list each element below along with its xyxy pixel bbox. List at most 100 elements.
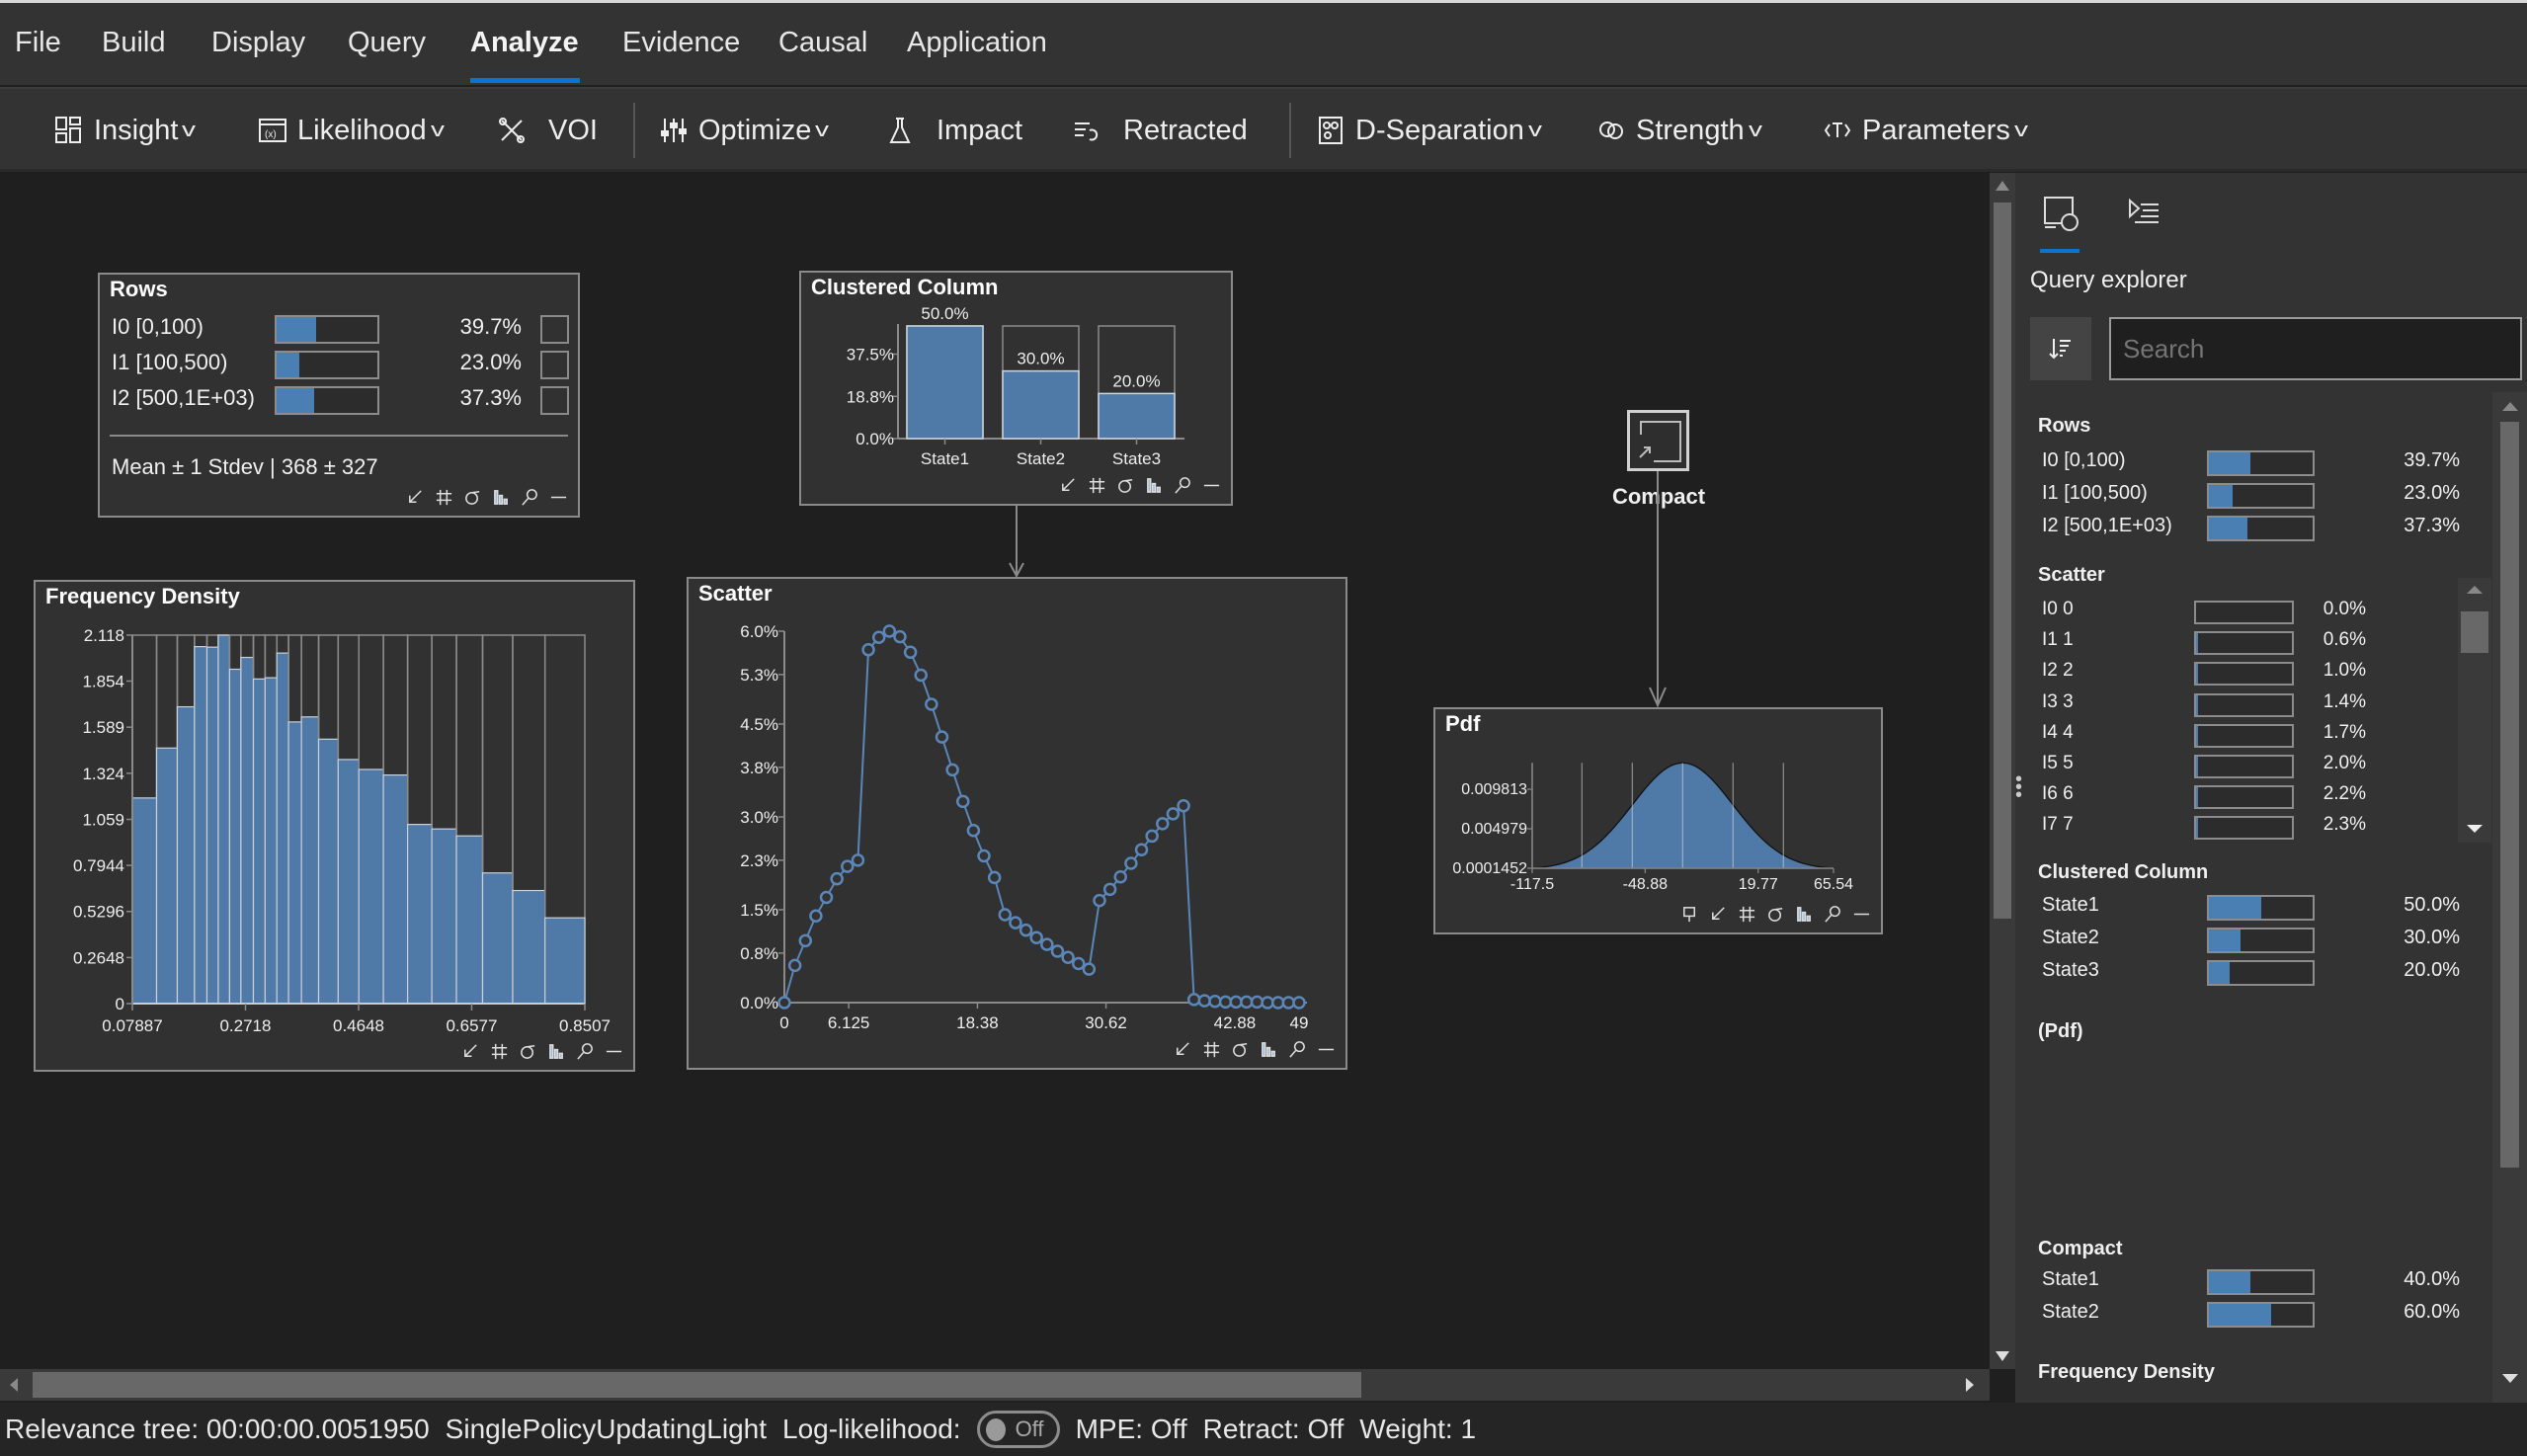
minimize-icon[interactable]: [605, 1042, 623, 1066]
list-item-label: I0 [0,100): [2042, 449, 2126, 471]
grid-icon[interactable]: [1738, 905, 1756, 929]
scroll-down-icon[interactable]: [1996, 1351, 2009, 1361]
pin-icon[interactable]: [1680, 905, 1699, 929]
retract-icon: [1075, 122, 1099, 141]
list-item-bar: [2194, 816, 2294, 841]
strength-button[interactable]: Strength v: [1596, 111, 1762, 150]
compact-node[interactable]: [1627, 410, 1689, 471]
rows-node[interactable]: Rows I0 [0,100) 39.7% I1 [100,500) 23.0% I2 …: [98, 273, 580, 518]
bar-chart-icon[interactable]: [1260, 1040, 1278, 1064]
scroll-left-icon[interactable]: [10, 1378, 18, 1392]
arrow-icon[interactable]: [1709, 905, 1728, 929]
list-item-value: 37.3%: [2404, 515, 2460, 536]
search-icon[interactable]: [1824, 905, 1842, 929]
optimize-button[interactable]: Optimize v: [659, 111, 829, 150]
scroll-up-icon[interactable]: [2502, 402, 2518, 411]
log-likelihood-toggle[interactable]: Off: [976, 1411, 1060, 1448]
likelihood-button[interactable]: (x) Likelihood v: [258, 111, 445, 150]
node-title: Pdf: [1445, 711, 1481, 736]
mean-stdev-text: Mean ± 1 Stdev | 368 ± 327: [112, 454, 378, 479]
canvas-vertical-scrollbar[interactable]: [1990, 173, 2015, 1369]
bar-chart-icon[interactable]: [1795, 905, 1814, 929]
scrollbar-thumb[interactable]: [2500, 422, 2519, 1168]
evidence-checkbox[interactable]: [540, 351, 569, 379]
menu-query[interactable]: Query: [348, 27, 426, 59]
grid-icon[interactable]: [1202, 1040, 1221, 1064]
scroll-down-icon[interactable]: [2502, 1374, 2518, 1383]
bar-chart-icon[interactable]: [547, 1042, 566, 1066]
parameters-button[interactable]: Parameters v: [1823, 111, 2028, 150]
minimize-icon[interactable]: [1317, 1040, 1336, 1064]
outline-icon[interactable]: [2127, 197, 2160, 230]
grid-icon[interactable]: [490, 1042, 509, 1066]
evidence-checkbox[interactable]: [540, 386, 569, 415]
menu-evidence[interactable]: Evidence: [622, 27, 740, 59]
compact-node-label: Compact: [1611, 484, 1706, 509]
sigma-icon[interactable]: [1766, 905, 1785, 929]
scrollbar-thumb[interactable]: [1994, 202, 2011, 919]
list-item-label: I3 3: [2042, 690, 2074, 712]
list-item-value: 40.0%: [2404, 1268, 2460, 1290]
clustered-column-node[interactable]: Clustered Column: [799, 271, 1233, 506]
search-icon[interactable]: [1288, 1040, 1307, 1064]
search-icon[interactable]: [576, 1042, 595, 1066]
minimize-icon[interactable]: [1202, 476, 1221, 500]
search-input[interactable]: [2109, 317, 2522, 380]
scroll-up-icon[interactable]: [1996, 181, 2009, 191]
search-icon[interactable]: [1174, 476, 1192, 500]
frequency-density-node[interactable]: Frequency Density: [34, 580, 635, 1072]
impact-button[interactable]: Impact: [885, 111, 1022, 150]
list-item-bar: [2207, 1269, 2315, 1295]
scroll-up-icon[interactable]: [2467, 586, 2483, 594]
menu-analyze[interactable]: Analyze: [470, 27, 579, 59]
grid-icon[interactable]: [435, 488, 453, 512]
scroll-right-icon[interactable]: [1966, 1378, 1974, 1392]
bar-chart-icon[interactable]: [1145, 476, 1164, 500]
bar-fill: [2209, 930, 2241, 951]
insight-button[interactable]: Insight v: [54, 111, 196, 150]
canvas-horizontal-scrollbar[interactable]: [0, 1369, 1990, 1401]
sigma-icon[interactable]: [463, 488, 482, 512]
d-separation-button[interactable]: D-Separation v: [1316, 111, 1542, 150]
chevron-down-icon: v: [430, 119, 445, 141]
bar-fill: [2196, 633, 2198, 654]
query-explorer-icon[interactable]: [2042, 195, 2081, 234]
sliders-icon: [661, 119, 687, 142]
pdf-node[interactable]: Pdf: [1433, 707, 1883, 934]
menu-file[interactable]: File: [15, 27, 61, 59]
arrow-icon[interactable]: [406, 488, 425, 512]
retracted-button[interactable]: Retracted: [1072, 111, 1248, 150]
explorer-scrollbar[interactable]: [2492, 392, 2527, 1403]
menu-causal[interactable]: Causal: [778, 27, 867, 59]
scrollbar-thumb[interactable]: [2461, 611, 2488, 653]
minimize-icon[interactable]: [549, 488, 568, 512]
section-title-pdf: (Pdf): [2038, 1020, 2083, 1042]
sigma-icon[interactable]: [1231, 1040, 1250, 1064]
menu-build[interactable]: Build: [102, 27, 166, 59]
arrow-icon[interactable]: [461, 1042, 480, 1066]
arrow-icon[interactable]: [1059, 476, 1078, 500]
arrow-icon[interactable]: [1174, 1040, 1192, 1064]
menu-application[interactable]: Application: [907, 27, 1047, 59]
toggle-state: Off: [1015, 1416, 1044, 1441]
bar-fill: [2209, 1304, 2271, 1326]
bar-chart-icon[interactable]: [492, 488, 511, 512]
menu-display[interactable]: Display: [211, 27, 305, 59]
active-tab-indicator: [470, 78, 580, 83]
scroll-down-icon[interactable]: [2467, 825, 2483, 833]
search-icon[interactable]: [521, 488, 539, 512]
sigma-icon[interactable]: [519, 1042, 537, 1066]
scatter-node[interactable]: Scatter: [687, 577, 1347, 1070]
sigma-icon[interactable]: [1116, 476, 1135, 500]
voi-label: VOI: [548, 114, 598, 146]
list-item-value: 2.2%: [2323, 783, 2366, 805]
voi-button[interactable]: VOI: [497, 111, 598, 150]
scrollbar-thumb[interactable]: [33, 1372, 1361, 1398]
node-toolbar: [406, 488, 568, 512]
scatter-list-scrollbar[interactable]: [2458, 578, 2491, 843]
node-title: Frequency Density: [45, 584, 240, 608]
sort-button[interactable]: [2030, 317, 2091, 380]
evidence-checkbox[interactable]: [540, 315, 569, 344]
minimize-icon[interactable]: [1852, 905, 1871, 929]
grid-icon[interactable]: [1088, 476, 1106, 500]
